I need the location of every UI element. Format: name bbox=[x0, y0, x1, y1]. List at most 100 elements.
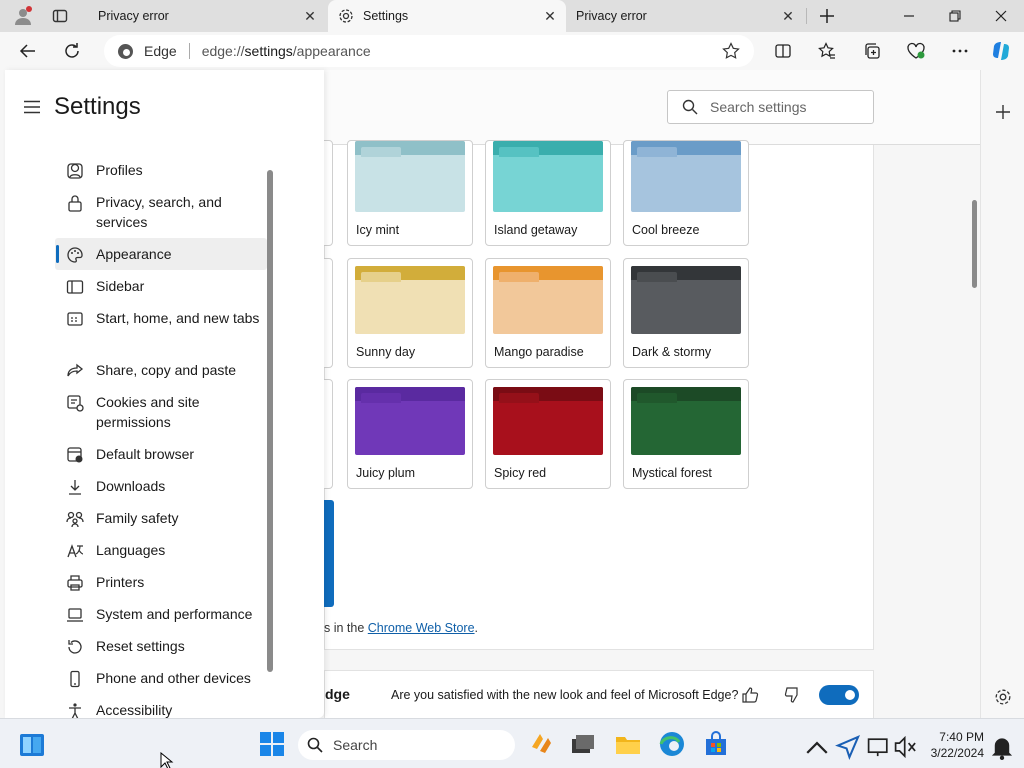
task-view-icon[interactable] bbox=[570, 731, 596, 757]
nav-item-label: Printers bbox=[96, 574, 145, 590]
file-explorer-icon[interactable] bbox=[615, 731, 641, 757]
copilot-preview-icon[interactable] bbox=[528, 731, 554, 757]
tab-title: Settings bbox=[363, 9, 409, 23]
clock-time: 7:40 PM bbox=[939, 730, 984, 744]
theme-option[interactable]: Icy mint bbox=[347, 140, 473, 246]
sidebar-settings-button[interactable] bbox=[988, 682, 1018, 712]
nav-item-reset-settings[interactable]: Reset settings bbox=[55, 636, 267, 656]
location-icon[interactable] bbox=[835, 734, 861, 760]
nav-item-languages[interactable]: Languages bbox=[55, 540, 267, 560]
new-tab-button[interactable] bbox=[812, 1, 842, 31]
nav-item-accessibility[interactable]: Accessibility bbox=[55, 700, 267, 718]
nav-item-label: Cookies and site permissions bbox=[96, 394, 200, 430]
nav-item-sidebar[interactable]: Sidebar bbox=[55, 276, 267, 296]
nav-item-phone-and-other-devices[interactable]: Phone and other devices bbox=[55, 668, 267, 688]
profile-button[interactable] bbox=[8, 1, 38, 31]
restore-button[interactable] bbox=[932, 0, 978, 32]
back-button[interactable] bbox=[13, 36, 43, 66]
theme-preview-tab bbox=[499, 393, 539, 403]
collections-button[interactable] bbox=[857, 36, 887, 66]
theme-option[interactable]: Mystical forest bbox=[623, 379, 749, 489]
theme-option[interactable]: Cool breeze bbox=[623, 140, 749, 246]
nav-item-appearance[interactable]: Appearance bbox=[55, 238, 267, 270]
feedback-toggle[interactable] bbox=[819, 685, 859, 705]
split-screen-icon bbox=[775, 44, 791, 58]
refresh-button[interactable] bbox=[57, 36, 87, 66]
theme-option[interactable]: Dark & stormy bbox=[623, 258, 749, 368]
taskbar-search[interactable]: Search bbox=[298, 730, 515, 760]
printer-icon bbox=[67, 575, 83, 591]
close-window-button[interactable] bbox=[978, 0, 1024, 32]
more-options-button[interactable] bbox=[945, 36, 975, 66]
favorite-star-icon[interactable] bbox=[722, 42, 740, 60]
thumbs-up-icon[interactable] bbox=[741, 686, 759, 704]
copilot-icon bbox=[993, 42, 1009, 60]
settings-nav-panel: Settings Profiles Privacy, search, and se… bbox=[5, 70, 324, 718]
minimize-button[interactable] bbox=[886, 0, 932, 32]
download-icon bbox=[69, 480, 81, 495]
nav-scrollbar[interactable] bbox=[267, 170, 273, 672]
browser-essentials-button[interactable] bbox=[901, 36, 931, 66]
notification-bell-icon[interactable] bbox=[989, 734, 1015, 760]
gear-icon bbox=[339, 9, 353, 23]
microsoft-store-icon[interactable] bbox=[703, 731, 729, 757]
tab-settings[interactable]: Settings ✕ bbox=[328, 0, 566, 32]
chevron-up-icon[interactable] bbox=[804, 735, 830, 761]
theme-label: Juicy plum bbox=[356, 466, 416, 480]
theme-preview-tab bbox=[637, 272, 677, 282]
nav-item-profiles[interactable]: Profiles bbox=[55, 160, 267, 180]
theme-preview bbox=[631, 141, 741, 212]
nav-item-default-browser[interactable]: Default browser bbox=[55, 444, 267, 464]
share-icon bbox=[67, 363, 84, 377]
toolbar: Edge edge://settings/appearance bbox=[0, 32, 1024, 70]
language-icon bbox=[67, 544, 84, 558]
nav-item-family-safety[interactable]: Family safety bbox=[55, 508, 267, 528]
favorites-button[interactable] bbox=[812, 36, 842, 66]
nav-item-label: Start, home, and new tabs bbox=[96, 310, 260, 326]
tab-privacy-error-2[interactable]: Privacy error ✕ bbox=[566, 0, 804, 32]
theme-preview bbox=[493, 266, 603, 334]
edge-browser-icon[interactable] bbox=[659, 731, 685, 757]
nav-item-start-home-and-new-tabs[interactable]: Start, home, and new tabs bbox=[55, 308, 267, 328]
widgets-icon[interactable] bbox=[19, 732, 45, 758]
nav-item-label: Phone and other devices bbox=[96, 670, 251, 686]
tab-privacy-error-1[interactable]: Privacy error ✕ bbox=[88, 0, 326, 32]
theme-option[interactable]: Sunny day bbox=[347, 258, 473, 368]
split-screen-button[interactable] bbox=[768, 36, 798, 66]
content-scrollbar[interactable] bbox=[972, 200, 977, 288]
theme-option[interactable]: Spicy red bbox=[485, 379, 611, 489]
windows-start-icon[interactable] bbox=[259, 731, 285, 757]
address-bar[interactable]: Edge edge://settings/appearance bbox=[104, 35, 754, 67]
tab-title: Privacy error bbox=[576, 9, 647, 23]
family-icon bbox=[66, 511, 84, 528]
feedback-card: dge Are you satisfied with the new look … bbox=[324, 670, 874, 718]
heart-pulse-icon bbox=[907, 42, 925, 59]
system-clock[interactable]: 7:40 PM 3/22/2024 bbox=[920, 729, 984, 761]
theme-option[interactable]: Island getaway bbox=[485, 140, 611, 246]
nav-item-share-copy-and-paste[interactable]: Share, copy and paste bbox=[55, 360, 267, 380]
close-tab-icon[interactable]: ✕ bbox=[542, 8, 558, 24]
nav-item-privacy-search-and-services[interactable]: Privacy, search, and services bbox=[55, 192, 267, 232]
close-tab-icon[interactable]: ✕ bbox=[780, 8, 796, 24]
close-tab-icon[interactable]: ✕ bbox=[302, 8, 318, 24]
theme-preview bbox=[355, 141, 465, 212]
theme-option[interactable]: Juicy plum bbox=[347, 379, 473, 489]
url-scheme: edge:// bbox=[201, 43, 245, 59]
nav-item-label: Share, copy and paste bbox=[96, 362, 237, 378]
network-icon[interactable] bbox=[866, 734, 892, 760]
chrome-web-store-link[interactable]: Chrome Web Store bbox=[368, 621, 475, 635]
theme-preview-edge bbox=[324, 500, 334, 607]
palette-icon bbox=[67, 247, 83, 263]
search-settings-input[interactable]: Search settings bbox=[667, 90, 874, 124]
tab-actions-button[interactable] bbox=[45, 1, 75, 31]
volume-muted-icon[interactable] bbox=[893, 734, 919, 760]
nav-item-printers[interactable]: Printers bbox=[55, 572, 267, 592]
thumbs-down-icon[interactable] bbox=[783, 686, 801, 704]
nav-item-cookies-and-site-permissions[interactable]: Cookies and site permissions bbox=[55, 392, 267, 432]
sidebar-add-button[interactable] bbox=[988, 97, 1018, 127]
hamburger-menu-icon[interactable] bbox=[24, 100, 40, 114]
nav-item-downloads[interactable]: Downloads bbox=[55, 476, 267, 496]
theme-option[interactable]: Mango paradise bbox=[485, 258, 611, 368]
nav-item-system-and-performance[interactable]: System and performance bbox=[55, 604, 267, 624]
copilot-button[interactable] bbox=[986, 36, 1016, 66]
